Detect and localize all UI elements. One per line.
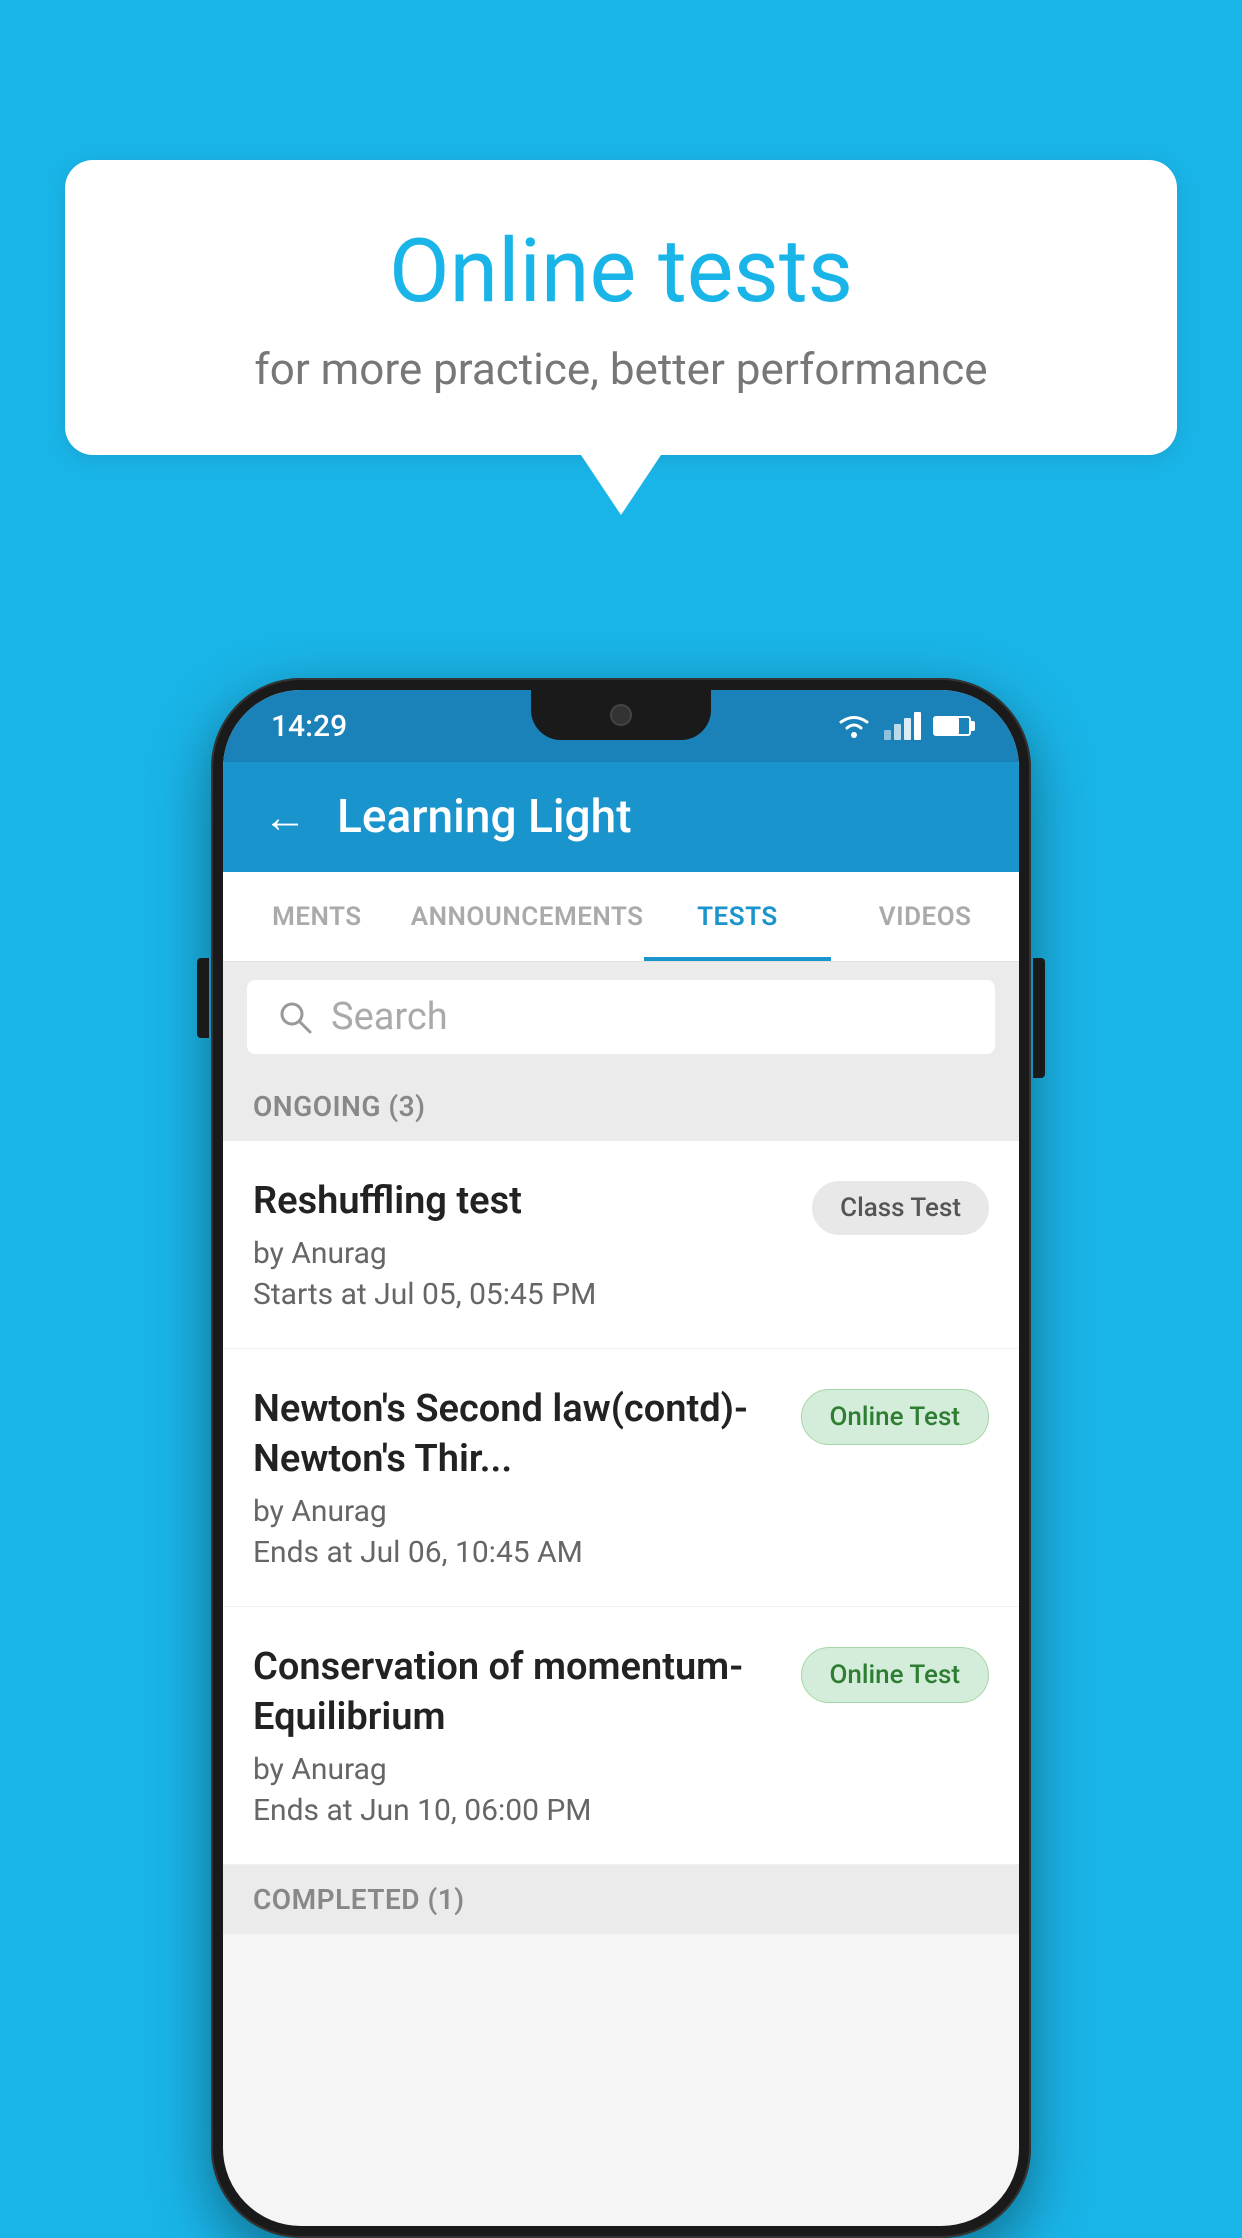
search-bar[interactable]: Search: [247, 980, 995, 1054]
speech-bubble-title: Online tests: [145, 220, 1097, 323]
test-author: by Anurag: [253, 1752, 781, 1787]
test-date: Ends at Jul 06, 10:45 AM: [253, 1535, 781, 1570]
status-icons: [836, 712, 971, 740]
test-info: Reshuffling test by Anurag Starts at Jul…: [253, 1177, 792, 1312]
tab-tests[interactable]: TESTS: [644, 872, 832, 961]
speech-bubble-subtitle: for more practice, better performance: [145, 343, 1097, 395]
ongoing-section-header: ONGOING (3): [223, 1072, 1019, 1141]
test-date: Starts at Jul 05, 05:45 PM: [253, 1277, 792, 1312]
completed-section-header: COMPLETED (1): [223, 1865, 1019, 1934]
signal-icon: [884, 712, 921, 740]
speech-bubble: Online tests for more practice, better p…: [65, 160, 1177, 455]
test-name: Reshuffling test: [253, 1177, 792, 1226]
test-badge-online: Online Test: [801, 1647, 990, 1703]
search-bar-container: Search: [223, 962, 1019, 1072]
status-time: 14:29: [271, 709, 347, 744]
search-placeholder: Search: [331, 995, 448, 1039]
test-info: Newton's Second law(contd)-Newton's Thir…: [253, 1385, 781, 1570]
tab-ments[interactable]: MENTS: [223, 872, 411, 961]
tab-announcements[interactable]: ANNOUNCEMENTS: [411, 872, 644, 961]
tab-videos[interactable]: VIDEOS: [831, 872, 1019, 961]
app-header: ← Learning Light: [223, 762, 1019, 872]
test-name: Conservation of momentum-Equilibrium: [253, 1643, 781, 1742]
phone-frame: 14:29: [211, 678, 1031, 2238]
test-name: Newton's Second law(contd)-Newton's Thir…: [253, 1385, 781, 1484]
wifi-icon: [836, 712, 872, 740]
tests-list: Reshuffling test by Anurag Starts at Jul…: [223, 1141, 1019, 1865]
phone-screen: 14:29: [223, 690, 1019, 2226]
battery-icon: [933, 716, 971, 736]
status-bar: 14:29: [223, 690, 1019, 762]
test-item[interactable]: Reshuffling test by Anurag Starts at Jul…: [223, 1141, 1019, 1349]
test-badge-class: Class Test: [812, 1181, 989, 1235]
test-author: by Anurag: [253, 1494, 781, 1529]
test-info: Conservation of momentum-Equilibrium by …: [253, 1643, 781, 1828]
tab-bar: MENTS ANNOUNCEMENTS TESTS VIDEOS: [223, 872, 1019, 962]
notch: [531, 690, 711, 740]
test-badge-online: Online Test: [801, 1389, 990, 1445]
camera: [610, 704, 632, 726]
test-date: Ends at Jun 10, 06:00 PM: [253, 1793, 781, 1828]
search-icon: [277, 999, 313, 1035]
test-item[interactable]: Newton's Second law(contd)-Newton's Thir…: [223, 1349, 1019, 1607]
test-author: by Anurag: [253, 1236, 792, 1271]
test-item[interactable]: Conservation of momentum-Equilibrium by …: [223, 1607, 1019, 1865]
speech-bubble-arrow: [581, 455, 661, 515]
app-title: Learning Light: [337, 790, 632, 844]
back-button[interactable]: ←: [263, 791, 307, 843]
speech-bubble-container: Online tests for more practice, better p…: [65, 160, 1177, 515]
